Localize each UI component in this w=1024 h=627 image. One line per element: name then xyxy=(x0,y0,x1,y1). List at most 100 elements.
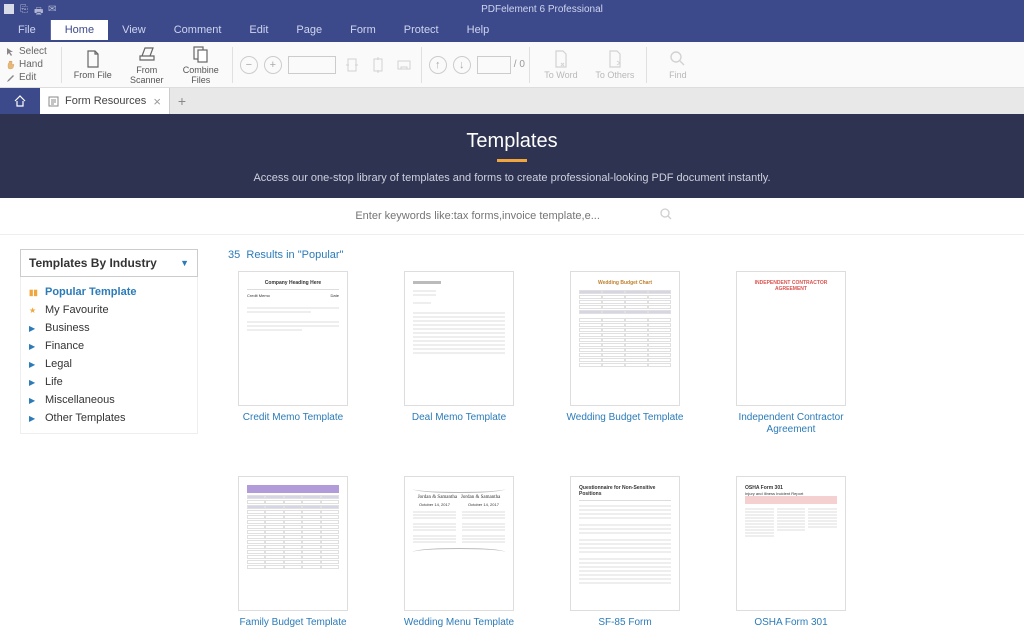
menu-edit[interactable]: Edit xyxy=(235,20,282,40)
sidebar-item-finance[interactable]: ▶ Finance xyxy=(25,337,193,355)
qat-icon[interactable]: ⎘ xyxy=(20,4,30,14)
template-card[interactable]: Deal Memo Template xyxy=(394,271,524,436)
search-input[interactable] xyxy=(351,206,651,226)
from-file-label: From File xyxy=(74,71,112,81)
menu-view[interactable]: View xyxy=(108,20,160,40)
next-page-button[interactable]: ↓ xyxy=(453,56,471,74)
from-scanner-button[interactable]: From Scanner xyxy=(120,43,174,87)
template-card[interactable]: Jordan & Samantha Jordan & Samantha Octo… xyxy=(394,476,524,627)
document-tab[interactable]: Form Resources × xyxy=(40,88,170,114)
page-title: Templates xyxy=(0,130,1024,153)
hand-icon xyxy=(6,60,16,70)
find-button[interactable]: Find xyxy=(651,43,705,87)
template-thumb: INDEPENDENT CONTRACTOR AGREEMENT xyxy=(736,271,846,406)
ribbon: Select Hand Edit From File From Scanner … xyxy=(0,42,1024,88)
template-card[interactable]: Wedding Budget Chart xyxy=(560,271,690,436)
home-icon xyxy=(13,94,27,108)
hand-tool[interactable]: Hand xyxy=(4,58,49,71)
template-card[interactable]: Questionnaire for Non-Sensitive Position… xyxy=(560,476,690,627)
template-thumb: Company Heading Here Credit MemoDate xyxy=(238,271,348,406)
fit-width-button[interactable] xyxy=(339,43,365,87)
divider xyxy=(529,47,530,83)
sidebar-item-other[interactable]: ▶ Other Templates xyxy=(25,409,193,427)
to-others-icon xyxy=(605,49,625,69)
template-thumb: Wedding Budget Chart xyxy=(570,271,680,406)
results-label: Results in "Popular" xyxy=(246,249,343,261)
qat-icon[interactable]: ✉ xyxy=(48,4,58,14)
sidebar-item-label: My Favourite xyxy=(45,304,109,316)
zoom-value[interactable] xyxy=(288,56,336,74)
selection-tool-group: Select Hand Edit xyxy=(4,45,49,84)
sidebar-item-life[interactable]: ▶ Life xyxy=(25,373,193,391)
document-tabs: Form Resources × + xyxy=(0,88,1024,114)
page-number-input[interactable] xyxy=(477,56,511,74)
menu-help[interactable]: Help xyxy=(453,20,504,40)
prev-page-button[interactable]: ↑ xyxy=(429,56,447,74)
to-word-icon xyxy=(551,49,571,69)
sidebar-item-miscellaneous[interactable]: ▶ Miscellaneous xyxy=(25,391,193,409)
select-tool[interactable]: Select xyxy=(4,45,49,58)
edit-tool[interactable]: Edit xyxy=(4,71,49,84)
sidebar-header[interactable]: Templates By Industry ▼ xyxy=(20,249,198,277)
chevron-down-icon: ▼ xyxy=(180,258,189,268)
template-title: Wedding Budget Template xyxy=(567,412,684,424)
combine-icon xyxy=(191,44,211,64)
sidebar-item-legal[interactable]: ▶ Legal xyxy=(25,355,193,373)
template-card[interactable]: INDEPENDENT CONTRACTOR AGREEMENT Indepen… xyxy=(726,271,856,436)
from-file-button[interactable]: From File xyxy=(66,43,120,87)
sidebar-item-label: Business xyxy=(45,322,90,334)
search-icon[interactable] xyxy=(659,207,673,224)
home-tab[interactable] xyxy=(0,88,40,114)
sidebar-header-label: Templates By Industry xyxy=(29,256,157,270)
divider xyxy=(421,47,422,83)
sidebar-item-favourite[interactable]: ★ My Favourite xyxy=(25,301,193,319)
zoom-out-button[interactable]: − xyxy=(240,56,258,74)
close-tab-button[interactable]: × xyxy=(153,94,161,109)
cursor-icon xyxy=(6,47,16,57)
to-word-label: To Word xyxy=(544,71,577,81)
app-icon xyxy=(4,4,14,14)
form-icon xyxy=(48,96,59,107)
app-title: PDFelement 6 Professional xyxy=(60,4,1024,15)
fit-page-button[interactable] xyxy=(391,43,417,87)
menu-comment[interactable]: Comment xyxy=(160,20,236,40)
menu-page[interactable]: Page xyxy=(282,20,336,40)
triangle-icon: ▶ xyxy=(29,396,39,405)
edit-label: Edit xyxy=(19,72,36,83)
template-thumb xyxy=(238,476,348,611)
triangle-icon: ▶ xyxy=(29,378,39,387)
menu-file[interactable]: File xyxy=(4,20,51,40)
results-header: 35 Results in "Popular" xyxy=(228,249,1004,261)
menu-protect[interactable]: Protect xyxy=(390,20,453,40)
template-title: Credit Memo Template xyxy=(243,412,343,424)
add-tab-button[interactable]: + xyxy=(170,88,194,114)
page-count: / 0 xyxy=(514,59,525,70)
to-others-button[interactable]: To Others xyxy=(588,43,642,87)
star-icon: ★ xyxy=(29,306,39,315)
menu-home[interactable]: Home xyxy=(51,20,108,40)
titlebar: ⎘ 🖶 ✉ PDFelement 6 Professional xyxy=(0,0,1024,18)
menubar: File Home View Comment Edit Page Form Pr… xyxy=(0,18,1024,42)
zoom-in-button[interactable]: + xyxy=(264,56,282,74)
template-card[interactable]: OSHA Form 301 Injury and Illness Inciden… xyxy=(726,476,856,627)
sidebar-item-label: Other Templates xyxy=(45,412,126,424)
divider xyxy=(232,47,233,83)
document-tab-label: Form Resources xyxy=(65,95,146,107)
template-thumb: Questionnaire for Non-Sensitive Position… xyxy=(570,476,680,611)
qat-icon[interactable]: 🖶 xyxy=(34,4,44,14)
sidebar-item-label: Popular Template xyxy=(45,286,136,298)
accent-underline xyxy=(497,159,527,162)
fit-height-button[interactable] xyxy=(365,43,391,87)
template-title: Deal Memo Template xyxy=(412,412,506,424)
fit-page-icon xyxy=(394,55,414,75)
sidebar-item-business[interactable]: ▶ Business xyxy=(25,319,193,337)
template-card[interactable]: Company Heading Here Credit MemoDate Cre… xyxy=(228,271,358,436)
file-icon xyxy=(83,49,103,69)
sidebar-item-popular[interactable]: ▮▮ Popular Template xyxy=(25,283,193,301)
hand-label: Hand xyxy=(19,59,43,70)
to-word-button[interactable]: To Word xyxy=(534,43,588,87)
combine-files-button[interactable]: Combine Files xyxy=(174,43,228,87)
template-card[interactable]: Family Budget Template xyxy=(228,476,358,627)
menu-form[interactable]: Form xyxy=(336,20,390,40)
template-title: Family Budget Template xyxy=(239,617,346,627)
